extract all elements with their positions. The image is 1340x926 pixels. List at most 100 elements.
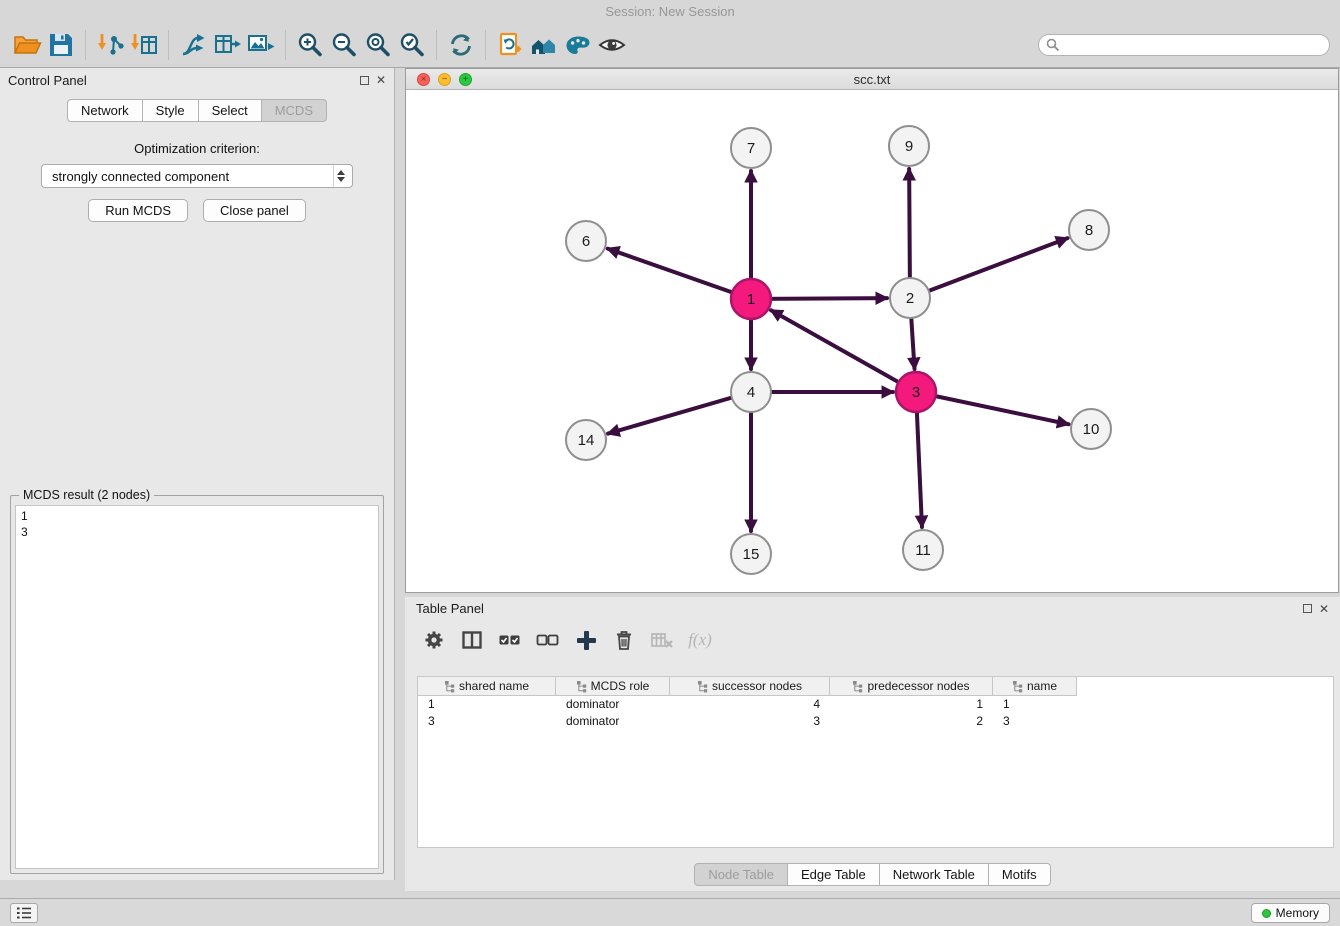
export-table-icon[interactable]	[210, 28, 244, 62]
close-table-panel-icon[interactable]: ✕	[1319, 603, 1329, 615]
graph-edge-2-8[interactable]	[910, 238, 1067, 298]
toolbar-separator	[85, 30, 86, 60]
mcds-result-group: MCDS result (2 nodes) 13	[10, 495, 384, 874]
graph-node-15[interactable]: 15	[731, 534, 771, 574]
tab-node-table[interactable]: Node Table	[694, 863, 788, 886]
optimization-criterion-select[interactable]: strongly connected component	[41, 164, 353, 188]
import-table-icon[interactable]	[127, 28, 161, 62]
svg-text:2: 2	[906, 290, 914, 307]
refresh-icon[interactable]	[444, 28, 478, 62]
mcds-result-title: MCDS result (2 nodes)	[19, 488, 154, 502]
graph-node-10[interactable]: 10	[1071, 409, 1111, 449]
network-window-titlebar[interactable]: × − + scc.txt	[406, 69, 1338, 90]
memory-status-icon	[1262, 909, 1271, 918]
table-header-row: shared nameMCDS rolesuccessor nodesprede…	[418, 677, 1333, 696]
network-canvas[interactable]: 1 2 3 4 6 7 8 9 10 11 14 15	[406, 90, 1338, 591]
svg-text:4: 4	[747, 384, 755, 401]
table-panel-header: Table Panel ✕	[405, 597, 1340, 620]
mcds-result-list[interactable]: 13	[15, 505, 379, 869]
show-columns-icon[interactable]	[459, 627, 485, 653]
graph-edge-4-14[interactable]	[608, 392, 751, 434]
control-panel-header: Control Panel ✕	[0, 68, 394, 92]
graph-node-2[interactable]: 2	[890, 278, 930, 318]
export-image-icon[interactable]	[244, 28, 278, 62]
graph-node-3[interactable]: 3	[896, 372, 936, 412]
style-palette-icon[interactable]	[561, 28, 595, 62]
mcds-result-line: 1	[21, 508, 373, 524]
window-title: Session: New Session	[605, 4, 734, 19]
delete-column-trash-icon[interactable]	[611, 627, 637, 653]
graph-edge-3-10[interactable]	[916, 392, 1068, 424]
graph-node-9[interactable]: 9	[889, 126, 929, 166]
network-overview-icon[interactable]	[527, 28, 561, 62]
graph-node-7[interactable]: 7	[731, 128, 771, 168]
toolbar-separator	[436, 30, 437, 60]
cell-successor-nodes: 3	[670, 713, 830, 730]
tab-motifs[interactable]: Motifs	[989, 863, 1051, 886]
window-titlebar: Session: New Session	[0, 0, 1340, 22]
tab-network[interactable]: Network	[67, 99, 143, 122]
graph-node-11[interactable]: 11	[903, 530, 943, 570]
cell-predecessor-nodes: 1	[830, 696, 993, 713]
table-row[interactable]: 1dominator411	[418, 696, 1333, 713]
zoom-out-icon[interactable]	[327, 28, 361, 62]
dropdown-stepper-icon	[333, 165, 348, 187]
zoom-selected-icon[interactable]	[395, 28, 429, 62]
deselect-all-rows-icon[interactable]	[535, 627, 561, 653]
select-all-rows-icon[interactable]	[497, 627, 523, 653]
search-input[interactable]	[1038, 34, 1330, 56]
svg-text:9: 9	[905, 138, 913, 155]
save-session-icon[interactable]	[44, 28, 78, 62]
column-header-name[interactable]: name	[993, 677, 1077, 696]
export-network-icon[interactable]	[176, 28, 210, 62]
column-header-predecessor-nodes[interactable]: predecessor nodes	[830, 677, 993, 696]
graph-node-14[interactable]: 14	[566, 420, 606, 460]
zoom-fit-icon[interactable]	[361, 28, 395, 62]
node-table: shared nameMCDS rolesuccessor nodesprede…	[417, 676, 1334, 848]
import-network-icon[interactable]	[93, 28, 127, 62]
table-panel-tabs: Node TableEdge TableNetwork TableMotifs	[405, 863, 1340, 886]
svg-text:1: 1	[747, 291, 755, 308]
cell-shared-name: 3	[418, 713, 556, 730]
tab-network-table[interactable]: Network Table	[880, 863, 989, 886]
tab-style[interactable]: Style	[143, 99, 199, 122]
clone-network-icon[interactable]	[493, 28, 527, 62]
run-mcds-button[interactable]: Run MCDS	[88, 199, 188, 222]
tab-mcds[interactable]: MCDS	[262, 99, 327, 122]
float-table-panel-icon[interactable]	[1303, 604, 1312, 613]
graph-node-4[interactable]: 4	[731, 372, 771, 412]
float-panel-icon[interactable]	[360, 76, 369, 85]
graph-node-1[interactable]: 1	[731, 279, 771, 319]
memory-button[interactable]: Memory	[1251, 903, 1330, 923]
show-hide-graphics-icon[interactable]	[595, 28, 629, 62]
control-panel-title: Control Panel	[8, 73, 87, 88]
graph-edge-3-1[interactable]	[771, 310, 916, 392]
column-header-shared-name[interactable]: shared name	[418, 677, 556, 696]
cell-MCDS-role: dominator	[556, 696, 670, 713]
application-window: Session: New Session	[0, 0, 1340, 926]
task-history-list-icon[interactable]	[10, 903, 38, 923]
tab-select[interactable]: Select	[199, 99, 262, 122]
close-panel-icon[interactable]: ✕	[376, 74, 386, 86]
close-panel-button[interactable]: Close panel	[203, 199, 306, 222]
svg-text:14: 14	[578, 432, 595, 449]
table-settings-gear-icon[interactable]	[421, 627, 447, 653]
column-header-successor-nodes[interactable]: successor nodes	[670, 677, 830, 696]
svg-text:15: 15	[743, 546, 760, 563]
network-window-title: scc.txt	[406, 69, 1338, 90]
main-toolbar	[0, 22, 1340, 68]
table-row[interactable]: 3dominator323	[418, 713, 1333, 730]
graph-edge-1-6[interactable]	[608, 249, 751, 299]
mcds-result-line: 3	[21, 524, 373, 540]
add-column-icon[interactable]	[573, 627, 599, 653]
zoom-in-icon[interactable]	[293, 28, 327, 62]
svg-text:10: 10	[1083, 421, 1100, 438]
graph-node-8[interactable]: 8	[1069, 210, 1109, 250]
delete-table-icon-disabled	[649, 627, 675, 653]
tab-edge-table[interactable]: Edge Table	[788, 863, 880, 886]
graph-node-6[interactable]: 6	[566, 221, 606, 261]
table-body: 1dominator4113dominator323	[418, 696, 1333, 730]
column-header-MCDS-role[interactable]: MCDS role	[556, 677, 670, 696]
table-panel: Table Panel ✕	[405, 597, 1340, 891]
open-session-icon[interactable]	[10, 28, 44, 62]
